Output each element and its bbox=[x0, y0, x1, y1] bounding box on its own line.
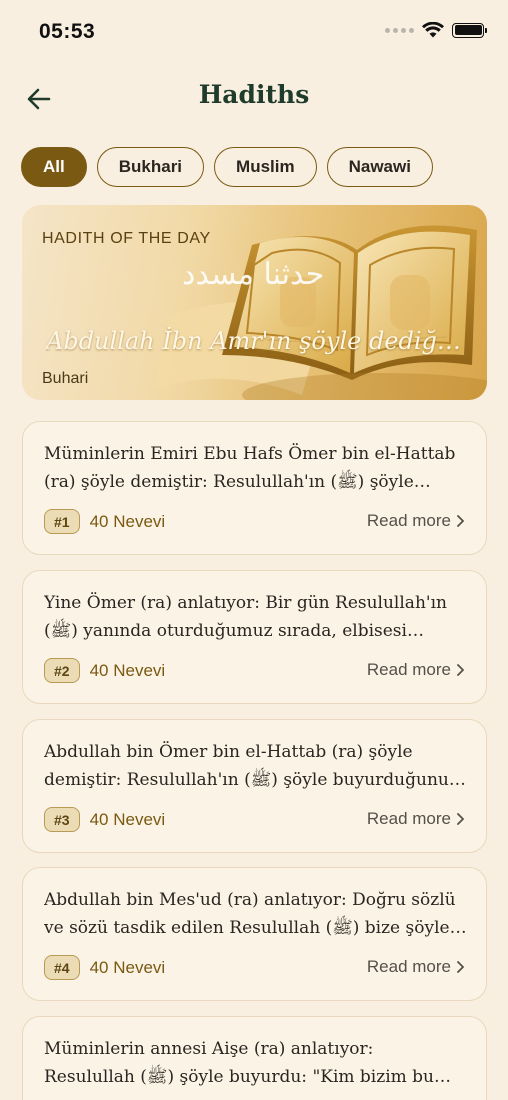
hadith-meta: #2 40 Nevevi bbox=[44, 658, 165, 683]
hadith-number-badge: #3 bbox=[44, 807, 80, 832]
wifi-icon bbox=[422, 22, 444, 38]
read-more-label: Read more bbox=[366, 957, 451, 976]
filter-chip-bukhari[interactable]: Bukhari bbox=[96, 147, 205, 187]
filter-chips: All Bukhari Muslim Nawawi bbox=[21, 147, 433, 187]
hero-title: Abdullah İbn Amr'ın şöyle dediği ... bbox=[46, 327, 466, 355]
filter-chip-all[interactable]: All bbox=[21, 147, 87, 187]
page-title: Hadiths bbox=[198, 80, 310, 109]
hadith-source: 40 Nevevi bbox=[89, 660, 166, 680]
hadith-number-badge: #4 bbox=[44, 955, 80, 980]
chevron-right-icon bbox=[457, 813, 464, 825]
hadith-source: 40 Nevevi bbox=[89, 809, 166, 829]
header: Hadiths bbox=[0, 72, 508, 124]
hadith-text: Abdullah bin Ömer bin el-Hattab (ra) şöy… bbox=[44, 742, 449, 790]
hadith-meta: #3 40 Nevevi bbox=[44, 807, 165, 832]
chevron-right-icon bbox=[457, 664, 464, 676]
hadith-number-badge: #2 bbox=[44, 658, 80, 683]
read-more-link[interactable]: Read more bbox=[367, 957, 464, 977]
hadith-meta: #4 40 Nevevi bbox=[44, 955, 165, 980]
chevron-right-icon bbox=[457, 961, 464, 973]
hadith-of-the-day-card[interactable]: HADITH OF THE DAY حدثنا مسدد Abdullah İb… bbox=[22, 205, 487, 400]
hadith-card[interactable]: Müminlerin Emiri Ebu Hafs Ömer bin el-Ha… bbox=[22, 421, 487, 555]
hero-source: Buhari bbox=[42, 370, 89, 387]
chevron-right-icon bbox=[457, 515, 464, 527]
signal-icon bbox=[385, 27, 414, 33]
hadith-text: Müminlerin annesi Aişe (ra) anlatıyor: R… bbox=[44, 1039, 434, 1087]
hadith-text: Abdullah bin Mes'ud (ra) anlatıyor: Doğr… bbox=[44, 890, 456, 938]
read-more-label: Read more bbox=[366, 809, 451, 828]
filter-chip-muslim[interactable]: Muslim bbox=[214, 147, 317, 187]
hadith-card[interactable]: Yine Ömer (ra) anlatıyor: Bir gün Resulu… bbox=[22, 570, 487, 704]
filter-chip-nawawi[interactable]: Nawawi bbox=[326, 147, 433, 187]
read-more-label: Read more bbox=[366, 511, 451, 530]
hero-arabic-text: حدثنا مسدد bbox=[182, 257, 325, 292]
read-more-link[interactable]: Read more bbox=[367, 660, 464, 680]
status-icons bbox=[385, 22, 487, 38]
hadith-number-badge: #1 bbox=[44, 509, 80, 534]
read-more-link[interactable]: Read more bbox=[367, 511, 464, 531]
hadith-card[interactable]: Müminlerin annesi Aişe (ra) anlatıyor: R… bbox=[22, 1016, 487, 1100]
read-more-label: Read more bbox=[366, 660, 451, 679]
hero-kicker: HADITH OF THE DAY bbox=[42, 230, 211, 247]
hadith-text: Müminlerin Emiri Ebu Hafs Ömer bin el-Ha… bbox=[44, 444, 456, 492]
hadith-meta: #1 40 Nevevi bbox=[44, 509, 165, 534]
status-bar: 05:53 bbox=[0, 0, 508, 64]
hadith-source: 40 Nevevi bbox=[89, 511, 166, 531]
hadith-card[interactable]: Abdullah bin Mes'ud (ra) anlatıyor: Doğr… bbox=[22, 867, 487, 1001]
hadith-text: Yine Ömer (ra) anlatıyor: Bir gün Resulu… bbox=[44, 593, 447, 641]
hadith-card[interactable]: Abdullah bin Ömer bin el-Hattab (ra) şöy… bbox=[22, 719, 487, 853]
hadith-source: 40 Nevevi bbox=[89, 957, 166, 977]
read-more-link[interactable]: Read more bbox=[367, 809, 464, 829]
status-time: 05:53 bbox=[39, 20, 96, 43]
battery-icon bbox=[452, 22, 487, 38]
